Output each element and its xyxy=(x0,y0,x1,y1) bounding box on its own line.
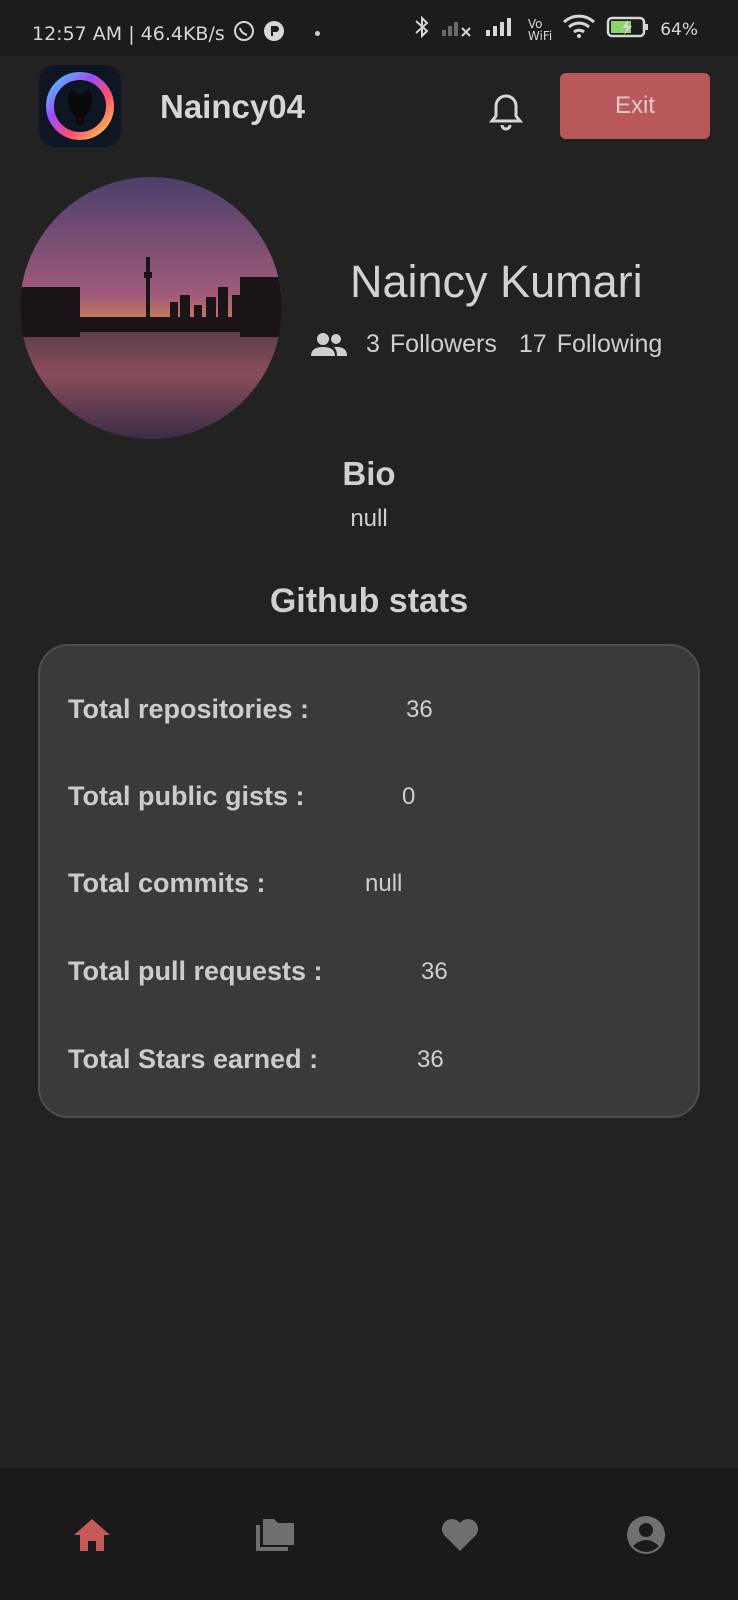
stat-value: 36 xyxy=(406,696,433,723)
wifi-icon xyxy=(562,14,596,45)
stat-label: Total repositories : xyxy=(68,694,310,724)
bio-value: null xyxy=(350,505,388,532)
app-username: Naincy04 xyxy=(160,88,305,125)
more-notifications-dot xyxy=(314,31,320,36)
following-label: Following xyxy=(556,330,663,358)
battery-level: 64% xyxy=(660,19,698,40)
app-bar: Naincy04 Exit xyxy=(0,56,738,160)
exit-button[interactable]: Exit xyxy=(560,73,710,139)
github-stats-title: Github stats xyxy=(269,582,469,620)
stat-value: 36 xyxy=(421,958,448,985)
status-time-speed: 12:57 AM | 46.4KB/s xyxy=(32,22,225,45)
stats-card: Total repositories : 36 Total public gis… xyxy=(38,644,700,1118)
bio-title: Bio xyxy=(342,455,396,492)
app-notification-icon xyxy=(263,20,285,47)
stat-value: 0 xyxy=(402,783,416,810)
github-logo-icon xyxy=(39,65,121,147)
stat-label: Total pull requests : xyxy=(68,956,323,986)
stat-row-stars: Total Stars earned : 36 xyxy=(68,1044,444,1075)
stat-label: Total commits : xyxy=(68,868,266,898)
people-icon xyxy=(310,332,348,358)
stat-row-pull-requests: Total pull requests : 36 xyxy=(68,956,448,987)
following-count: 17 xyxy=(518,330,547,358)
home-icon[interactable] xyxy=(70,1513,114,1557)
followers-label: Followers xyxy=(389,330,497,358)
account-icon[interactable] xyxy=(624,1513,668,1557)
stat-label: Total Stars earned : xyxy=(68,1044,319,1074)
stat-value: null xyxy=(365,870,403,897)
profile-name: Naincy Kumari xyxy=(350,256,643,307)
vowifi-icon: Vo WiFi xyxy=(527,16,553,43)
bluetooth-icon xyxy=(414,14,430,45)
folder-icon[interactable] xyxy=(254,1513,298,1557)
heart-icon[interactable] xyxy=(438,1513,482,1557)
followers-count: 3 xyxy=(366,330,380,358)
stat-value: 36 xyxy=(417,1046,444,1073)
whatsapp-icon xyxy=(233,20,255,47)
signal-weak-icon xyxy=(440,16,474,43)
signal-strong-icon xyxy=(484,16,518,43)
stat-row-commits: Total commits : null xyxy=(68,868,402,899)
status-bar: 12:57 AM | 46.4KB/s Vo WiFi 64% xyxy=(0,0,738,56)
stat-row-public-gists: Total public gists : 0 xyxy=(68,781,415,812)
bell-icon[interactable] xyxy=(488,92,524,132)
battery-charging-icon xyxy=(606,15,650,44)
bottom-navigation xyxy=(0,1468,738,1600)
avatar xyxy=(20,177,282,439)
stat-row-repositories: Total repositories : 36 xyxy=(68,694,433,725)
stat-label: Total public gists : xyxy=(68,781,305,811)
follow-stats: 3 Followers 17 Following xyxy=(310,330,662,359)
